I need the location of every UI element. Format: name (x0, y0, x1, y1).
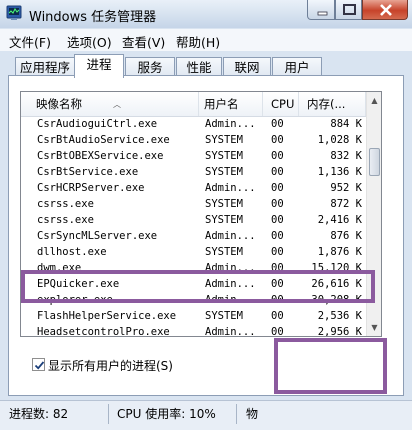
cell-memory: 952 K (330, 182, 362, 194)
status-cpu-usage: CPU 使用率: 10% (117, 407, 216, 421)
status-process-count: 进程数: 82 (9, 407, 69, 421)
cell-image-name: csrss.exe (37, 198, 94, 210)
cell-image-name: csrss.exe (37, 214, 94, 226)
status-bar: 进程数: 82 CPU 使用率: 10% 物 (0, 400, 412, 430)
cell-image-name: CsrBtService.exe (37, 166, 139, 178)
close-button[interactable] (362, 0, 408, 20)
status-physical-memory: 物 (246, 407, 259, 421)
checkmark-icon (34, 361, 45, 370)
cell-memory: 1,028 K (317, 134, 362, 146)
cell-image-name: HeadsetcontrolPro.exe (37, 326, 170, 337)
table-row[interactable]: csrss.exe SYSTEM 00 872 K (21, 196, 366, 212)
sort-ascending-icon: ︿ (113, 100, 121, 109)
cell-memory: 1,876 K (317, 246, 362, 258)
cell-cpu: 00 (271, 118, 284, 130)
table-row[interactable]: CsrBtAudioService.exe SYSTEM 00 1,028 K (21, 132, 366, 148)
cell-memory: 872 K (330, 198, 362, 210)
tab-processes[interactable]: 进程 (74, 54, 124, 78)
cell-cpu: 00 (271, 230, 284, 242)
cell-image-name: CsrSyncMLServer.exe (37, 230, 158, 242)
scroll-down-arrow-icon[interactable]: ▼ (368, 320, 381, 335)
show-all-users-checkbox[interactable] (32, 358, 45, 371)
cell-image-name: dllhost.exe (37, 246, 107, 258)
table-row[interactable]: FlashHelperService.exe SYSTEM 00 2,536 K (21, 308, 366, 324)
table-row[interactable]: CsrHCRPServer.exe Admin... 00 952 K (21, 180, 366, 196)
close-icon (380, 4, 392, 16)
title-bar[interactable]: Windows 任务管理器 (0, 0, 412, 28)
window-title: Windows 任务管理器 (29, 10, 157, 25)
cell-user-name: Admin... (205, 230, 256, 242)
cell-cpu: 00 (271, 182, 284, 194)
minimize-icon (317, 11, 328, 16)
menu-options[interactable]: 选项(O) (67, 32, 112, 51)
cell-cpu: 00 (271, 150, 284, 162)
tab-users[interactable]: 用户 (272, 57, 322, 77)
cell-cpu: 00 (271, 134, 284, 146)
process-rows: CsrAudioguiCtrl.exe Admin... 00 884 K CsrBtA… (21, 116, 366, 337)
cell-memory: 2,956 K (317, 326, 362, 337)
maximize-button[interactable] (335, 0, 362, 20)
column-memory[interactable]: 内存(... (299, 92, 366, 116)
cell-user-name: SYSTEM (205, 214, 243, 226)
tab-networking[interactable]: 联网 (223, 57, 271, 77)
table-row[interactable]: CsrSyncMLServer.exe Admin... 00 876 K (21, 228, 366, 244)
minimize-button[interactable] (307, 0, 335, 20)
list-header: 映像名称 ︿ 用户名 CPU 内存(... (21, 92, 366, 117)
tab-strip: 应用程序 进程 服务 性能 联网 用户 (0, 52, 412, 78)
cell-cpu: 00 (271, 310, 284, 322)
cell-memory: 832 K (330, 150, 362, 162)
cell-user-name: SYSTEM (205, 310, 243, 322)
tab-services[interactable]: 服务 (125, 57, 175, 77)
cell-user-name: SYSTEM (205, 134, 243, 146)
cell-cpu: 00 (271, 214, 284, 226)
cell-image-name: CsrBtAudioService.exe (37, 134, 170, 146)
status-divider (236, 404, 237, 424)
column-user-name[interactable]: 用户名 (199, 92, 263, 116)
table-row[interactable]: HeadsetcontrolPro.exe Admin... 00 2,956 K (21, 324, 366, 337)
task-manager-icon (6, 5, 22, 21)
cell-memory: 2,416 K (317, 214, 362, 226)
tab-applications[interactable]: 应用程序 (15, 57, 75, 77)
cell-image-name: CsrBtOBEXService.exe (37, 150, 164, 162)
task-manager-window: Windows 任务管理器 文件(F) 选项(O) 查看(V) 帮助(H) 应用… (0, 0, 412, 430)
cell-user-name: SYSTEM (205, 246, 243, 258)
cell-memory: 1,136 K (317, 166, 362, 178)
show-all-users-label: 显示所有用户的进程(S) (48, 359, 173, 373)
menu-help[interactable]: 帮助(H) (176, 32, 220, 51)
cell-memory: 884 K (330, 118, 362, 130)
cell-image-name: CsrHCRPServer.exe (37, 182, 145, 194)
cell-memory: 876 K (330, 230, 362, 242)
cell-user-name: Admin... (205, 182, 256, 194)
table-row[interactable]: dllhost.exe SYSTEM 00 1,876 K (21, 244, 366, 260)
status-divider (108, 404, 109, 424)
cell-user-name: Admin... (205, 118, 256, 130)
cell-image-name: FlashHelperService.exe (37, 310, 177, 322)
cell-cpu: 00 (271, 246, 284, 258)
column-image-name[interactable]: 映像名称 ︿ (21, 92, 199, 116)
menu-file[interactable]: 文件(F) (9, 32, 51, 51)
cell-cpu: 00 (271, 326, 284, 337)
scroll-thumb[interactable] (369, 148, 380, 176)
maximize-icon (343, 4, 356, 15)
table-row[interactable]: csrss.exe SYSTEM 00 2,416 K (21, 212, 366, 228)
highlight-box-epquicker (21, 270, 375, 303)
table-row[interactable]: CsrBtOBEXService.exe SYSTEM 00 832 K (21, 148, 366, 164)
menu-bar: 文件(F) 选项(O) 查看(V) 帮助(H) (0, 29, 412, 51)
cell-memory: 2,536 K (317, 310, 362, 322)
cell-user-name: SYSTEM (205, 166, 243, 178)
highlight-box-button (274, 338, 387, 394)
scroll-up-arrow-icon[interactable]: ▲ (368, 93, 381, 108)
cell-cpu: 00 (271, 166, 284, 178)
cell-user-name: SYSTEM (205, 150, 243, 162)
table-row[interactable]: CsrAudioguiCtrl.exe Admin... 00 884 K (21, 116, 366, 132)
table-row[interactable]: CsrBtService.exe SYSTEM 00 1,136 K (21, 164, 366, 180)
cell-user-name: Admin... (205, 326, 256, 337)
cell-user-name: SYSTEM (205, 198, 243, 210)
column-cpu[interactable]: CPU (263, 92, 299, 116)
cell-image-name: CsrAudioguiCtrl.exe (37, 118, 158, 130)
cell-cpu: 00 (271, 198, 284, 210)
tab-performance[interactable]: 性能 (176, 57, 222, 77)
menu-view[interactable]: 查看(V) (122, 32, 165, 51)
